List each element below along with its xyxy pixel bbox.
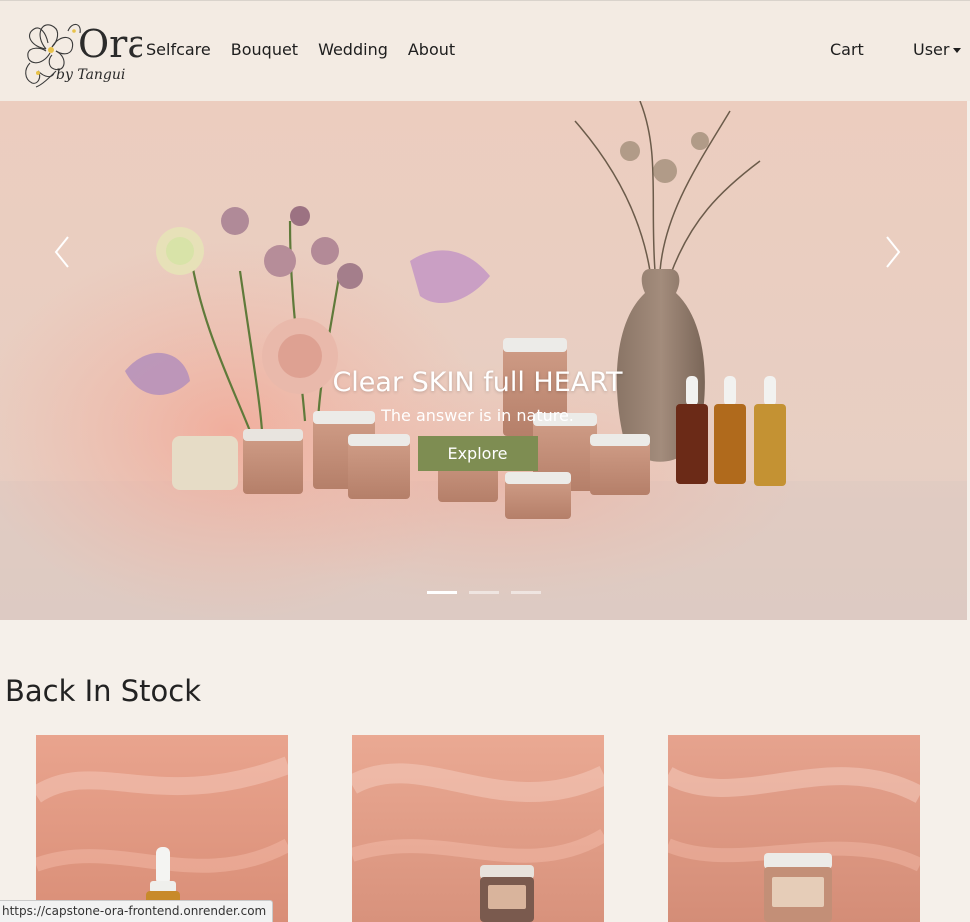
nav-link-about[interactable]: About (408, 40, 455, 59)
carousel-indicator-1[interactable] (427, 591, 457, 594)
product-image (668, 735, 920, 922)
svg-text:Ora: Ora (78, 22, 142, 66)
product-card-2[interactable] (352, 735, 604, 922)
carousel-indicator-3[interactable] (511, 591, 541, 594)
chevron-right-icon (886, 236, 901, 268)
product-card-1[interactable] (36, 735, 288, 922)
top-navbar: Ora by Tangui Selfcare Bouquet Wedding A… (0, 0, 970, 101)
product-card-3[interactable] (668, 735, 920, 922)
main-nav-links: Selfcare Bouquet Wedding About (146, 40, 475, 59)
hero-carousel: Clear SKIN full HEART The answer is in n… (0, 101, 967, 620)
hero-title: Clear SKIN full HEART (332, 367, 623, 398)
brand-logo[interactable]: Ora by Tangui (16, 13, 142, 91)
carousel-indicator-2[interactable] (469, 591, 499, 594)
carousel-prev-button[interactable] (42, 231, 82, 273)
carousel-indicators (427, 591, 553, 594)
caret-down-icon (953, 47, 962, 53)
hero-product-image (0, 101, 967, 620)
nav-link-bouquet[interactable]: Bouquet (231, 40, 298, 59)
user-dropdown[interactable]: User (913, 40, 962, 59)
cart-link[interactable]: Cart (830, 40, 864, 59)
nav-link-selfcare[interactable]: Selfcare (146, 40, 211, 59)
nav-link-wedding[interactable]: Wedding (318, 40, 388, 59)
svg-text:by Tangui: by Tangui (56, 67, 125, 83)
chevron-left-icon (54, 236, 69, 268)
hero-subtitle: The answer is in nature. (381, 406, 574, 425)
link-preview-status-bar: https://capstone-ora-frontend.onrender.c… (0, 900, 274, 922)
user-dropdown-label: User (913, 40, 950, 59)
plumeria-logo-icon: Ora by Tangui (25, 22, 142, 88)
hero-caption: Clear SKIN full HEART The answer is in n… (0, 367, 955, 471)
product-image (352, 735, 604, 922)
back-in-stock-heading: Back In Stock (5, 674, 202, 708)
explore-button[interactable]: Explore (417, 436, 538, 471)
product-image (36, 735, 288, 922)
carousel-next-button[interactable] (873, 231, 913, 273)
